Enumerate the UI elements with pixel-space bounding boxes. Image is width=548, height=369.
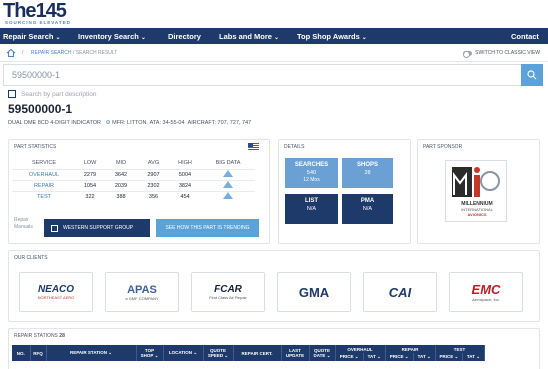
- document-icon: [51, 224, 58, 232]
- nav-contact[interactable]: Contact: [511, 32, 539, 41]
- part-statistics-table: SERVICE LOW MID AVG HIGH BIG DATA OVERHA…: [12, 158, 255, 202]
- list-tile[interactable]: LIST N/A: [285, 194, 338, 224]
- col-repair-price[interactable]: PRICE ⌄: [385, 353, 414, 361]
- col-location[interactable]: LOCATION ⌄: [163, 345, 204, 361]
- details-card: DETAILS: [278, 139, 411, 244]
- brand-tagline: SOURCING ELEVATED: [5, 20, 71, 25]
- chevron-down-icon: ⌄: [55, 35, 61, 41]
- repair-stations-title: REPAIR STATIONS 28: [14, 333, 65, 339]
- chevron-down-icon: ⌄: [140, 35, 146, 41]
- col-overhaul-price[interactable]: PRICE ⌄: [335, 353, 364, 361]
- home-icon[interactable]: [6, 48, 16, 58]
- search-input[interactable]: [12, 70, 492, 80]
- pma-tile[interactable]: PMA N/A: [342, 194, 393, 224]
- nav-labs-and-more[interactable]: Labs and More ⌄: [219, 32, 279, 41]
- col-repair-cert[interactable]: REPAIR CERT.: [233, 345, 282, 361]
- sponsor-logo[interactable]: MILLENNIUM INTERNATIONAL AVIONICS: [445, 160, 507, 222]
- repair-manuals-label: Repair Manuals: [14, 217, 33, 230]
- part-number-title: 59500000-1: [8, 102, 73, 116]
- brand-logo[interactable]: The145 SOURCING ELEVATED: [3, 0, 71, 25]
- client-logo-apas[interactable]: APAS a GMF COMPANY: [105, 272, 179, 312]
- shops-tile[interactable]: SHOPS 28: [342, 158, 393, 188]
- col-no[interactable]: NO.: [12, 345, 31, 361]
- part-meta: DUAL DME 8CD 4-DIGIT INDICATOR ⚙ MFR: LI…: [8, 119, 288, 127]
- classic-view-label: SWITCH TO CLASSIC VIEW: [475, 50, 540, 56]
- client-logo-fcar[interactable]: FCAR First Class Air Repair: [191, 272, 265, 312]
- searches-tile[interactable]: SEARCHES 540 12 Mos: [285, 158, 338, 188]
- part-aircraft: AIRCRAFT: 707, 727, 747: [187, 120, 252, 126]
- details-title: DETAILS: [284, 144, 305, 150]
- western-support-group-button[interactable]: WESTERN SUPPORT GROUP: [44, 219, 150, 237]
- part-description: DUAL DME 8CD 4-DIGIT INDICATOR: [8, 120, 102, 126]
- col-mid: MID: [115, 160, 127, 167]
- col-overhaul-tat[interactable]: TAT ⌄: [363, 353, 386, 361]
- chevron-down-icon: ⌄: [273, 35, 279, 41]
- our-clients-title: OUR CLIENTS: [14, 255, 48, 261]
- brand-name: The: [3, 0, 37, 22]
- classic-view-toggle[interactable]: SWITCH TO CLASSIC VIEW: [463, 50, 540, 58]
- part-mfr: MFR: LITTON: [112, 120, 147, 126]
- client-logo-emc[interactable]: EMC Aerospace, Inc.: [449, 272, 523, 312]
- col-test-tat[interactable]: TAT ⌄: [462, 353, 485, 361]
- top-bar: The145 SOURCING ELEVATED: [0, 0, 548, 28]
- sponsor-tag: AVIONICS: [467, 212, 487, 217]
- nav-inventory-search[interactable]: Inventory Search ⌄: [78, 32, 146, 41]
- col-last-update[interactable]: LAST UPDATE: [281, 345, 310, 361]
- brand-number: 145: [35, 0, 67, 22]
- group-overhaul: OVERHAUL: [335, 345, 386, 353]
- client-logo-gma[interactable]: GMA: [277, 272, 351, 312]
- toggle-switch[interactable]: [463, 50, 473, 58]
- client-logo-neaco[interactable]: NEACO NORTHEAST AERO: [19, 272, 93, 312]
- col-quote-speed[interactable]: QUOTE SPEED ⌄: [203, 345, 234, 361]
- breadcrumb-current: / SEARCH RESULT: [73, 50, 118, 56]
- nav-top-shop-awards[interactable]: Top Shop Awards ⌄: [297, 32, 367, 41]
- col-repair-tat[interactable]: TAT ⌄: [413, 353, 436, 361]
- part-description-checkbox[interactable]: [8, 90, 16, 98]
- part-sponsor-title: PART SPONSOR: [423, 144, 463, 150]
- part-ata: ATA: 34-55-04: [149, 120, 185, 126]
- table-row: OVERHAUL 2279 3642 2907 5004: [12, 168, 255, 180]
- table-row: TEST 322 388 356 454: [12, 190, 255, 202]
- col-big-data: BIG DATA: [215, 160, 241, 167]
- breadcrumb-repair-search[interactable]: REPAIR SEARCH: [31, 50, 71, 56]
- col-rfq[interactable]: RFQ: [30, 345, 47, 361]
- repair-stations-table: NO. RFQ REPAIR STATION ⌄ TOP SHOP ⌄ LOCA…: [12, 345, 485, 361]
- col-repair-station[interactable]: REPAIR STATION ⌄: [46, 345, 137, 361]
- client-logo-cai[interactable]: CAI: [363, 272, 437, 312]
- col-quote-date[interactable]: QUOTE DATE ⌄: [309, 345, 336, 361]
- part-statistics-title: PART STATISTICS: [14, 144, 57, 150]
- main-nav: Repair Search ⌄ Inventory Search ⌄ Directo…: [0, 28, 548, 44]
- nav-directory[interactable]: Directory: [168, 32, 201, 41]
- group-repair: REPAIR: [385, 345, 436, 353]
- big-data-icon[interactable]: [201, 168, 255, 180]
- part-description-label: Search by part description: [21, 91, 97, 98]
- breadcrumb: / REPAIR SEARCH / SEARCH RESULT SWITCH T…: [0, 44, 548, 62]
- table-row: REPAIR 1054 2039 2302 3824: [12, 179, 255, 191]
- big-data-icon[interactable]: [201, 190, 255, 202]
- col-high: HIGH: [178, 160, 192, 167]
- big-data-icon[interactable]: [201, 179, 255, 191]
- col-low: LOW: [83, 160, 97, 167]
- breadcrumb-separator: /: [22, 50, 24, 56]
- col-avg: AVG: [147, 160, 160, 167]
- search-box: [3, 64, 543, 86]
- nav-repair-search[interactable]: Repair Search ⌄: [3, 32, 60, 41]
- chevron-down-icon: ⌄: [361, 35, 367, 41]
- col-top-shop[interactable]: TOP SHOP ⌄: [136, 345, 164, 361]
- col-test-price[interactable]: PRICE ⌄: [435, 353, 464, 361]
- group-test: TEST: [435, 345, 485, 353]
- part-trending-button[interactable]: SEE HOW THIS PART IS TRENDING: [156, 219, 259, 237]
- search-button[interactable]: [521, 64, 543, 86]
- us-flag-icon[interactable]: [248, 143, 259, 151]
- search-icon: [527, 70, 537, 80]
- gear-icon: ⚙: [105, 120, 111, 126]
- col-service: SERVICE: [31, 160, 57, 167]
